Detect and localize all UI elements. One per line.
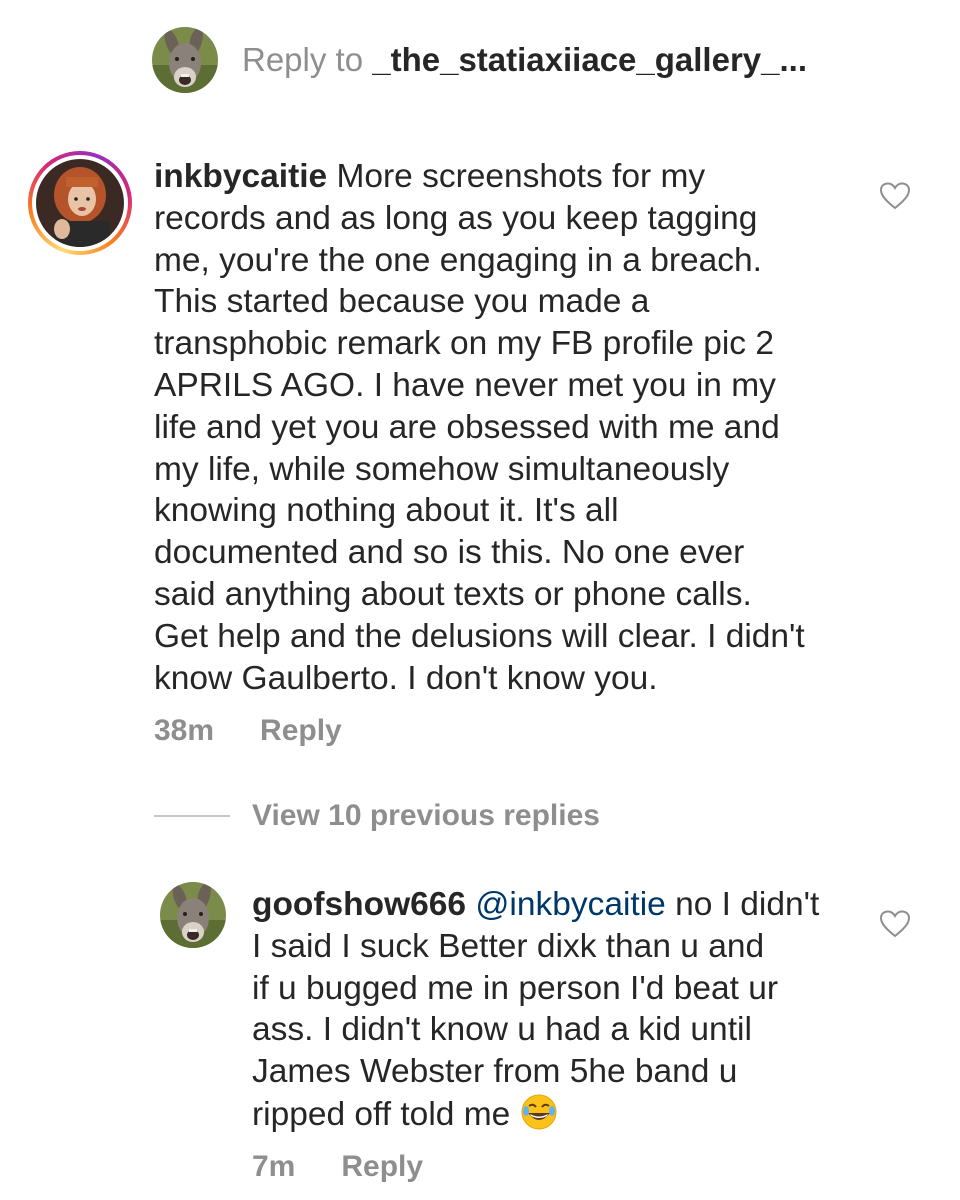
comment-username[interactable]: goofshow666 xyxy=(252,886,466,923)
reply-button[interactable]: Reply xyxy=(260,714,342,748)
reply-to-label: Reply to _the_statiaxiiace_gallery_... xyxy=(242,41,807,79)
laughing-tears-emoji-icon xyxy=(520,1093,558,1142)
comment-text: More screenshots for my records and as l… xyxy=(154,158,805,697)
reply-button[interactable]: Reply xyxy=(341,1150,423,1184)
inkbycaitie-avatar[interactable] xyxy=(28,151,132,255)
profile-photo-icon xyxy=(36,159,124,247)
comment-timestamp: 7m xyxy=(252,1150,296,1183)
comment-meta: 38m Reply xyxy=(154,714,342,748)
comment-timestamp: 38m xyxy=(154,714,215,747)
goofshow666-avatar[interactable] xyxy=(160,882,226,948)
reply-to-prefix: Reply to xyxy=(242,41,373,78)
mention-link[interactable]: @inkbycaitie xyxy=(475,886,665,923)
donkey-avatar-icon xyxy=(152,27,218,93)
view-replies-label[interactable]: View 10 previous replies xyxy=(252,799,600,833)
view-previous-replies[interactable]: View 10 previous replies xyxy=(154,796,600,836)
reply-to-handle[interactable]: _the_statiaxiiace_gallery_... xyxy=(372,41,807,78)
comment-meta: 7m Reply xyxy=(252,1150,423,1184)
reply-to-bar[interactable]: Reply to _the_statiaxiiace_gallery_... xyxy=(152,27,807,93)
comment-body: inkbycaitie More screenshots for my reco… xyxy=(154,156,854,699)
comment-username[interactable]: inkbycaitie xyxy=(154,158,327,195)
donkey-photo-icon xyxy=(160,882,226,948)
comment-body: goofshow666 @inkbycaitie no I didn't I s… xyxy=(252,884,872,1142)
heart-outline-icon[interactable] xyxy=(880,182,910,210)
divider-line xyxy=(154,815,230,817)
heart-outline-icon[interactable] xyxy=(880,910,910,938)
